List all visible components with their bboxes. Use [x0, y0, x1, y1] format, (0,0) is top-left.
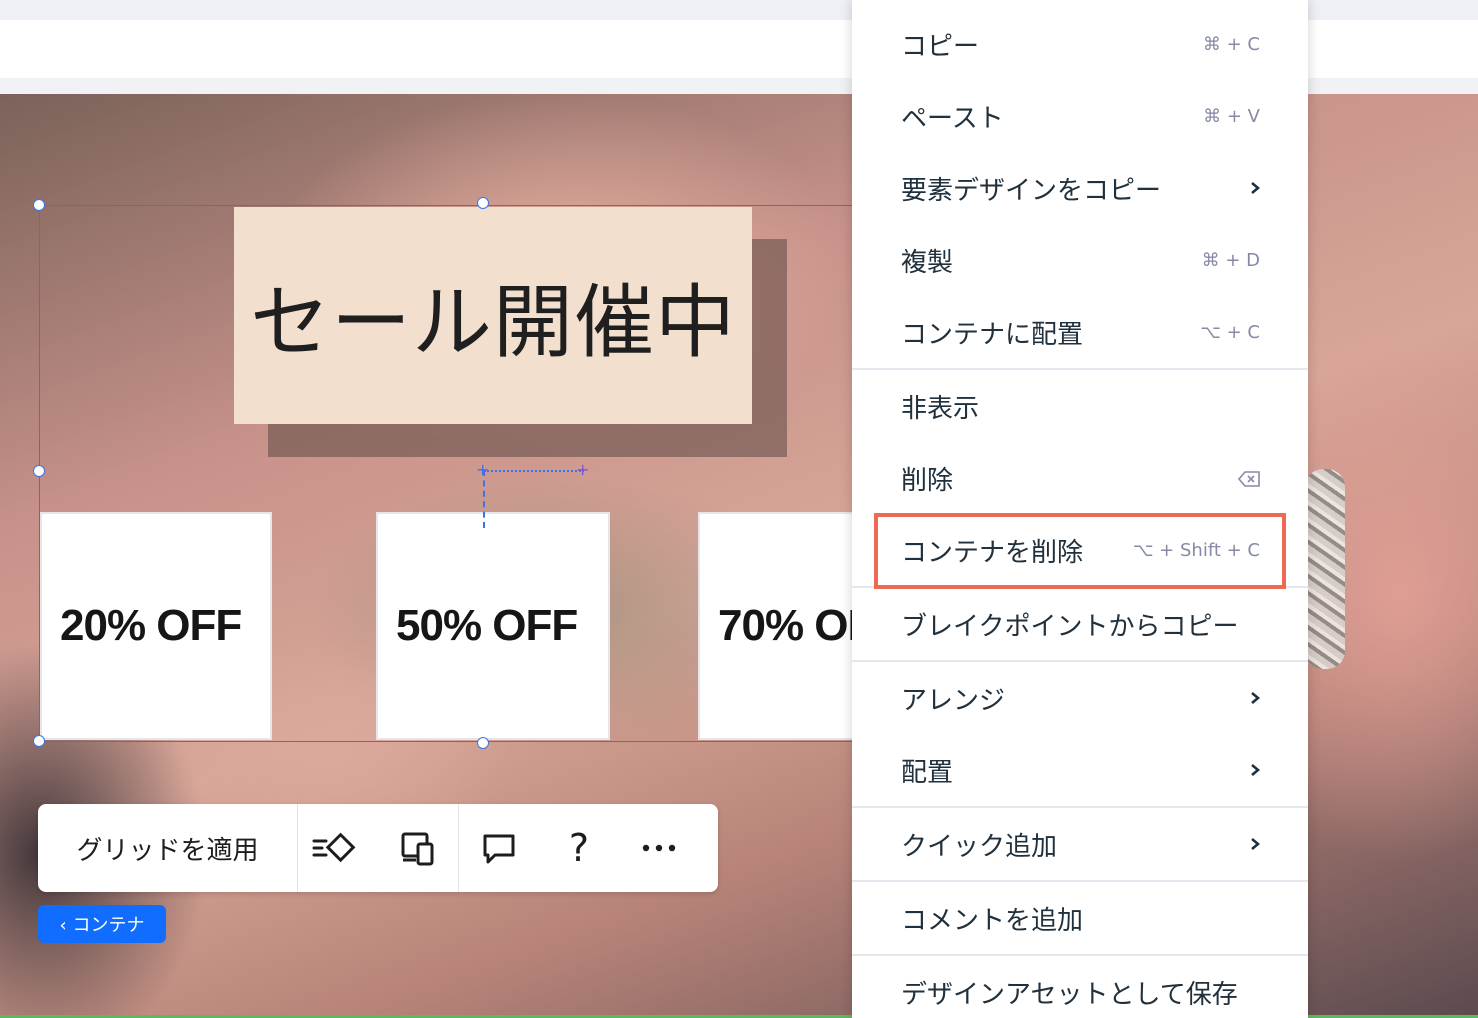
resize-handle[interactable]: [477, 197, 489, 209]
menu-item-quick-add[interactable]: クイック追加: [852, 808, 1308, 880]
comment-button[interactable]: [459, 804, 539, 892]
menu-item-shortcut: ⌥ + C: [1200, 321, 1260, 343]
menu-item-save-as-design-asset[interactable]: デザインアセットとして保存: [852, 956, 1308, 1018]
guide-plus-icon: +: [576, 460, 590, 479]
discount-label: 70% OFF: [718, 601, 854, 650]
menu-item-delete[interactable]: 削除: [852, 442, 1308, 514]
highlight-annotation: [874, 513, 1286, 589]
menu-item-label: 要素デザインをコピー: [901, 175, 1162, 206]
menu-item-label: ペースト: [901, 103, 1004, 134]
menu-item-label: 削除: [901, 465, 954, 496]
apply-grid-button[interactable]: グリッドを適用: [38, 804, 298, 892]
menu-item-hide[interactable]: 非表示: [852, 370, 1308, 442]
resize-handle[interactable]: [33, 465, 45, 477]
help-icon: ?: [568, 826, 590, 870]
menu-item-label: コンテナに配置: [901, 319, 1084, 350]
resize-handle[interactable]: [477, 737, 489, 749]
menu-item-copy-from-breakpoint[interactable]: ブレイクポイントからコピー: [852, 588, 1308, 660]
animation-button[interactable]: [298, 804, 378, 892]
menu-item-shortcut: ⌘ + V: [1203, 105, 1260, 127]
menu-item-arrange[interactable]: アレンジ: [852, 662, 1308, 734]
menu-item-copy-design[interactable]: 要素デザインをコピー: [852, 152, 1308, 224]
menu-item-place-in-container[interactable]: コンテナに配置 ⌥ + C: [852, 296, 1308, 368]
menu-item-add-comment[interactable]: コメントを追加: [852, 882, 1308, 954]
menu-item-label: コメントを追加: [901, 905, 1084, 936]
toolbar-group-design: [298, 804, 459, 892]
resize-handle[interactable]: [33, 735, 45, 747]
toolbar-group-misc: ?: [459, 804, 699, 892]
menu-item-align[interactable]: 配置: [852, 734, 1308, 806]
more-icon: [642, 844, 676, 852]
menu-item-paste[interactable]: ペースト ⌘ + V: [852, 80, 1308, 152]
menu-item-label: ブレイクポイントからコピー: [901, 611, 1239, 642]
breadcrumb-container[interactable]: ‹ コンテナ: [38, 905, 166, 943]
sale-title-box[interactable]: セール開催中: [234, 207, 752, 424]
chevron-right-icon: [1251, 692, 1260, 704]
ring-image: [1305, 469, 1345, 669]
devices-button[interactable]: [378, 804, 458, 892]
menu-item-shortcut: ⌘ + D: [1201, 249, 1260, 271]
spacing-guide-horizontal: [484, 470, 584, 472]
menu-item-label: アレンジ: [901, 685, 1006, 716]
discount-card[interactable]: 70% OFF: [698, 512, 854, 740]
guide-plus-icon: +: [476, 460, 490, 479]
animation-icon: [312, 832, 356, 863]
help-button[interactable]: ?: [539, 804, 619, 892]
menu-item-copy[interactable]: コピー ⌘ + C: [852, 8, 1308, 80]
menu-item-duplicate[interactable]: 複製 ⌘ + D: [852, 224, 1308, 296]
backspace-icon: [1238, 471, 1260, 487]
chevron-right-icon: [1251, 182, 1260, 194]
chevron-right-icon: [1251, 838, 1260, 850]
menu-item-label: コピー: [901, 31, 980, 62]
more-button[interactable]: [619, 804, 699, 892]
menu-item-label: 複製: [901, 247, 954, 278]
resize-handle[interactable]: [33, 199, 45, 211]
discount-label: 20% OFF: [60, 601, 242, 650]
discount-card[interactable]: 20% OFF: [40, 512, 272, 740]
sale-title: セール開催中: [250, 275, 736, 369]
discount-card[interactable]: 50% OFF: [376, 512, 610, 740]
context-menu: コピー ⌘ + C ペースト ⌘ + V 要素デザインをコピー 複製 ⌘ + D…: [852, 0, 1308, 1018]
comment-icon: [483, 834, 515, 864]
menu-item-label: デザインアセットとして保存: [901, 979, 1238, 1010]
devices-icon: [401, 832, 434, 866]
menu-item-label: クイック追加: [901, 831, 1058, 862]
menu-item-shortcut: ⌘ + C: [1202, 33, 1260, 55]
element-toolbar: グリッドを適用 ?: [38, 804, 718, 892]
menu-item-label: 配置: [901, 757, 954, 788]
chevron-right-icon: [1251, 764, 1260, 776]
discount-label: 50% OFF: [396, 601, 578, 650]
menu-item-label: 非表示: [901, 393, 980, 424]
